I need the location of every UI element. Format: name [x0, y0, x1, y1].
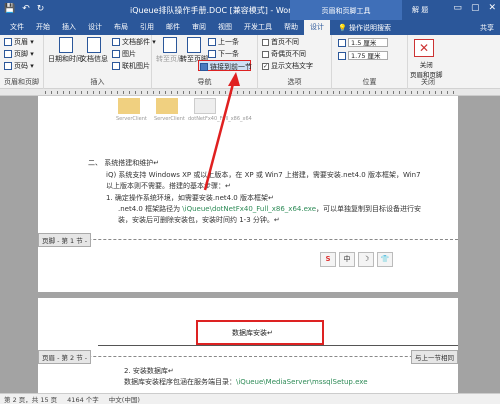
language[interactable]: 中文(中国) [109, 394, 140, 404]
arrow-shaft [203, 79, 236, 191]
status-bar: 第 2 页，共 15 页 4164 个字 中文(中国) [0, 393, 500, 404]
page-count[interactable]: 第 2 页，共 15 页 [4, 394, 57, 404]
annotation-arrow [203, 72, 240, 191]
word-count[interactable]: 4164 个字 [67, 394, 99, 404]
arrow-head [228, 72, 240, 86]
